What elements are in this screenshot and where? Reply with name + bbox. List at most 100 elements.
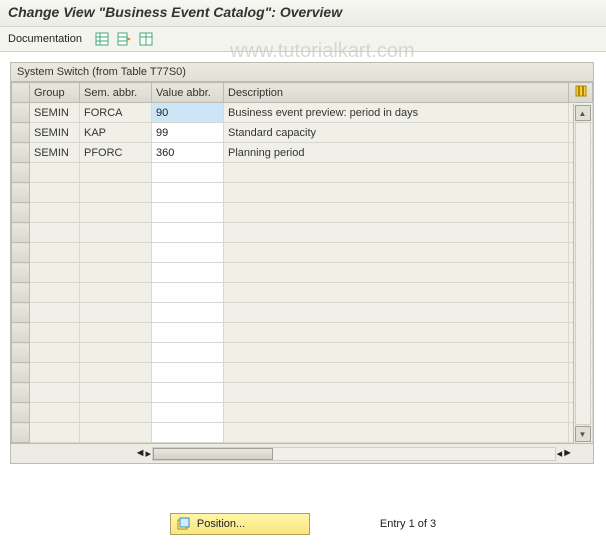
row-handle[interactable] (12, 263, 30, 283)
row-handle[interactable] (12, 143, 30, 163)
cell-group[interactable] (30, 423, 80, 443)
cell-desc[interactable] (224, 283, 569, 303)
cell-val[interactable] (152, 203, 224, 223)
col-header-sem[interactable]: Sem. abbr. (80, 83, 152, 103)
hscroll-left-page-icon[interactable]: ▸ (145, 447, 151, 460)
table-row-empty (12, 363, 593, 383)
cell-group[interactable] (30, 263, 80, 283)
hscroll-left-step-icon[interactable]: ◄ (135, 447, 146, 460)
select-all-handle[interactable] (12, 83, 30, 103)
row-handle[interactable] (12, 403, 30, 423)
table-with-arrow-icon[interactable] (116, 31, 132, 47)
cell-val[interactable] (152, 283, 224, 303)
cell-val[interactable] (152, 343, 224, 363)
cell-desc[interactable] (224, 183, 569, 203)
position-button[interactable]: Position... (170, 513, 310, 535)
cell-sem[interactable] (80, 223, 152, 243)
cell-desc[interactable] (224, 303, 569, 323)
cell-desc[interactable] (224, 383, 569, 403)
cell-sem[interactable] (80, 363, 152, 383)
cell-val[interactable] (152, 323, 224, 343)
cell-val[interactable] (152, 303, 224, 323)
vscroll-down-icon[interactable]: ▼ (575, 426, 591, 442)
cell-desc[interactable] (224, 203, 569, 223)
cell-sem[interactable] (80, 383, 152, 403)
row-handle[interactable] (12, 243, 30, 263)
cell-desc[interactable] (224, 403, 569, 423)
cell-group[interactable] (30, 183, 80, 203)
row-handle[interactable] (12, 343, 30, 363)
cell-group[interactable] (30, 363, 80, 383)
cell-group[interactable] (30, 203, 80, 223)
hscroll-track[interactable] (152, 447, 556, 461)
cell-val[interactable] (152, 243, 224, 263)
cell-val[interactable]: 99 (152, 123, 224, 143)
cell-desc[interactable] (224, 343, 569, 363)
cell-sem[interactable] (80, 183, 152, 203)
cell-group[interactable] (30, 243, 80, 263)
cell-sem[interactable] (80, 343, 152, 363)
cell-val[interactable] (152, 163, 224, 183)
col-header-group[interactable]: Group (30, 83, 80, 103)
row-handle[interactable] (12, 103, 30, 123)
data-grid: Group Sem. abbr. Value abbr. Description… (11, 82, 593, 443)
cell-val[interactable] (152, 363, 224, 383)
cell-val[interactable] (152, 183, 224, 203)
cell-val[interactable] (152, 263, 224, 283)
hscroll-right-step-icon[interactable]: ► (562, 447, 573, 460)
cell-sem[interactable] (80, 263, 152, 283)
entry-count-label: Entry 1 of 3 (380, 518, 436, 530)
cell-sem[interactable] (80, 283, 152, 303)
cell-sem[interactable] (80, 243, 152, 263)
vscroll-up-icon[interactable]: ▲ (575, 105, 591, 121)
cell-val[interactable]: 360 (152, 143, 224, 163)
hscroll-thumb[interactable] (153, 448, 273, 460)
cell-val[interactable] (152, 423, 224, 443)
row-handle[interactable] (12, 303, 30, 323)
table-settings-icon[interactable] (138, 31, 154, 47)
row-handle[interactable] (12, 363, 30, 383)
cell-val[interactable] (152, 383, 224, 403)
cell-desc[interactable] (224, 423, 569, 443)
documentation-button[interactable]: Documentation (8, 33, 82, 45)
cell-group[interactable] (30, 383, 80, 403)
col-header-val[interactable]: Value abbr. (152, 83, 224, 103)
table-row-empty (12, 383, 593, 403)
cell-sem[interactable] (80, 423, 152, 443)
cell-desc[interactable] (224, 363, 569, 383)
cell-desc[interactable] (224, 223, 569, 243)
cell-val[interactable]: 90 (152, 103, 224, 123)
cell-group[interactable] (30, 163, 80, 183)
column-config-button[interactable] (569, 83, 593, 103)
cell-val[interactable] (152, 223, 224, 243)
cell-sem[interactable] (80, 403, 152, 423)
cell-group[interactable] (30, 283, 80, 303)
vscroll-track[interactable] (575, 122, 591, 425)
col-header-desc[interactable]: Description (224, 83, 569, 103)
cell-sem[interactable] (80, 163, 152, 183)
cell-desc[interactable] (224, 163, 569, 183)
row-handle[interactable] (12, 223, 30, 243)
cell-group[interactable] (30, 303, 80, 323)
cell-group[interactable] (30, 323, 80, 343)
cell-sem[interactable] (80, 203, 152, 223)
cell-desc[interactable] (224, 243, 569, 263)
cell-group[interactable] (30, 223, 80, 243)
row-handle[interactable] (12, 383, 30, 403)
row-handle[interactable] (12, 283, 30, 303)
row-handle[interactable] (12, 203, 30, 223)
row-handle[interactable] (12, 183, 30, 203)
cell-val[interactable] (152, 403, 224, 423)
row-handle[interactable] (12, 323, 30, 343)
cell-desc[interactable] (224, 263, 569, 283)
table-row-empty (12, 303, 593, 323)
row-handle[interactable] (12, 423, 30, 443)
cell-sem[interactable] (80, 323, 152, 343)
cell-desc[interactable] (224, 323, 569, 343)
table-view-icon[interactable] (94, 31, 110, 47)
cell-group[interactable] (30, 403, 80, 423)
cell-sem[interactable] (80, 303, 152, 323)
row-handle[interactable] (12, 123, 30, 143)
cell-group[interactable] (30, 343, 80, 363)
row-handle[interactable] (12, 163, 30, 183)
